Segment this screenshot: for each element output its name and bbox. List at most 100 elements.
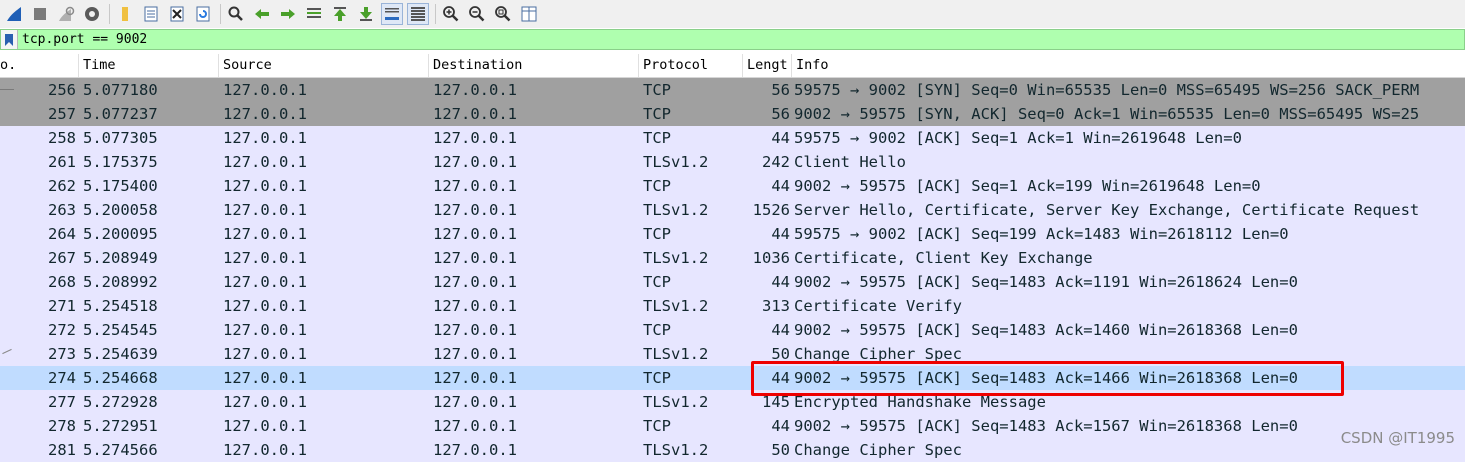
- table-row[interactable]: 271 5.254518 127.0.0.1 127.0.0.1 TLSv1.2…: [0, 294, 1465, 318]
- go-first-icon[interactable]: [329, 3, 351, 25]
- cell-destination: 127.0.0.1: [433, 345, 517, 363]
- table-row[interactable]: 263 5.200058 127.0.0.1 127.0.0.1 TLSv1.2…: [0, 198, 1465, 222]
- cell-info: 59575 → 9002 [ACK] Seq=1 Ack=1 Win=26196…: [794, 129, 1242, 147]
- cell-time: 5.077180: [83, 81, 158, 99]
- table-row[interactable]: 277 5.272928 127.0.0.1 127.0.0.1 TLSv1.2…: [0, 390, 1465, 414]
- cell-info: Server Hello, Certificate, Server Key Ex…: [794, 201, 1420, 219]
- cell-destination: 127.0.0.1: [433, 81, 517, 99]
- table-row[interactable]: 264 5.200095 127.0.0.1 127.0.0.1 TCP 44 …: [0, 222, 1465, 246]
- cell-no: 268: [48, 273, 76, 291]
- resize-columns-icon[interactable]: [518, 3, 540, 25]
- cell-destination: 127.0.0.1: [433, 417, 517, 435]
- table-row[interactable]: 278 5.272951 127.0.0.1 127.0.0.1 TCP 44 …: [0, 414, 1465, 438]
- table-row[interactable]: 272 5.254545 127.0.0.1 127.0.0.1 TCP 44 …: [0, 318, 1465, 342]
- options-gear-icon[interactable]: [81, 3, 103, 25]
- table-row[interactable]: 267 5.208949 127.0.0.1 127.0.0.1 TLSv1.2…: [0, 246, 1465, 270]
- cell-no: 277: [48, 393, 76, 411]
- table-row[interactable]: 258 5.077305 127.0.0.1 127.0.0.1 TCP 44 …: [0, 126, 1465, 150]
- cell-source: 127.0.0.1: [223, 297, 307, 315]
- cell-protocol: TLSv1.2: [643, 249, 709, 267]
- cell-info: 9002 → 59575 [ACK] Seq=1483 Ack=1460 Win…: [794, 321, 1298, 339]
- cell-length: 56: [771, 81, 790, 99]
- find-packet-icon[interactable]: [225, 3, 247, 25]
- cell-length: 44: [771, 177, 790, 195]
- table-row[interactable]: 262 5.175400 127.0.0.1 127.0.0.1 TCP 44 …: [0, 174, 1465, 198]
- cell-destination: 127.0.0.1: [433, 153, 517, 171]
- table-row[interactable]: 274 5.254668 127.0.0.1 127.0.0.1 TCP 44 …: [0, 366, 1465, 390]
- stop-square-icon[interactable]: [29, 3, 51, 25]
- cell-no: 267: [48, 249, 76, 267]
- restart-fin-icon[interactable]: [55, 3, 77, 25]
- save-file-icon[interactable]: [140, 3, 162, 25]
- autoscroll-icon[interactable]: [381, 3, 403, 25]
- table-row[interactable]: 268 5.208992 127.0.0.1 127.0.0.1 TCP 44 …: [0, 270, 1465, 294]
- display-filter-bar: [0, 29, 1465, 50]
- cell-time: 5.077237: [83, 105, 158, 123]
- cell-no: 256: [48, 81, 76, 99]
- zoom-out-icon[interactable]: [466, 3, 488, 25]
- cell-info: Change Cipher Spec: [794, 345, 962, 363]
- cell-time: 5.254639: [83, 345, 158, 363]
- zoom-in-icon[interactable]: [440, 3, 462, 25]
- toolbar-separator: [435, 4, 436, 24]
- cell-destination: 127.0.0.1: [433, 201, 517, 219]
- cell-protocol: TLSv1.2: [643, 297, 709, 315]
- cell-time: 5.200095: [83, 225, 158, 243]
- bookmark-icon[interactable]: [1, 30, 18, 49]
- cell-protocol: TLSv1.2: [643, 201, 709, 219]
- cell-source: 127.0.0.1: [223, 369, 307, 387]
- column-header-destination[interactable]: Destination: [429, 54, 639, 77]
- zoom-normal-icon[interactable]: [492, 3, 514, 25]
- cell-no: 281: [48, 441, 76, 459]
- open-folder-icon[interactable]: [114, 3, 136, 25]
- watermark-text: CSDN @IT1995: [1340, 429, 1455, 447]
- table-row[interactable]: 261 5.175375 127.0.0.1 127.0.0.1 TLSv1.2…: [0, 150, 1465, 174]
- cell-protocol: TCP: [643, 273, 671, 291]
- cell-source: 127.0.0.1: [223, 417, 307, 435]
- cell-info: 9002 → 59575 [ACK] Seq=1 Ack=199 Win=261…: [794, 177, 1261, 195]
- cell-source: 127.0.0.1: [223, 153, 307, 171]
- table-row[interactable]: 281 5.274566 127.0.0.1 127.0.0.1 TLSv1.2…: [0, 438, 1465, 462]
- column-header-source[interactable]: Source: [219, 54, 429, 77]
- cell-length: 50: [771, 441, 790, 459]
- table-row[interactable]: 257 5.077237 127.0.0.1 127.0.0.1 TCP 56 …: [0, 102, 1465, 126]
- go-to-packet-icon[interactable]: [303, 3, 325, 25]
- cell-destination: 127.0.0.1: [433, 369, 517, 387]
- cell-protocol: TCP: [643, 225, 671, 243]
- go-last-icon[interactable]: [355, 3, 377, 25]
- shark-fin-icon[interactable]: [3, 3, 25, 25]
- packet-list-header: o. Time Source Destination Protocol Leng…: [0, 54, 1465, 78]
- cell-length: 44: [771, 321, 790, 339]
- table-row[interactable]: 273 5.254639 127.0.0.1 127.0.0.1 TLSv1.2…: [0, 342, 1465, 366]
- display-filter-input[interactable]: [18, 30, 1464, 49]
- go-back-icon[interactable]: [251, 3, 273, 25]
- cell-length: 44: [771, 129, 790, 147]
- cell-source: 127.0.0.1: [223, 345, 307, 363]
- cell-info: Client Hello: [794, 153, 906, 171]
- cell-source: 127.0.0.1: [223, 201, 307, 219]
- cell-time: 5.254518: [83, 297, 158, 315]
- close-file-icon[interactable]: [166, 3, 188, 25]
- cell-time: 5.175400: [83, 177, 158, 195]
- cell-destination: 127.0.0.1: [433, 129, 517, 147]
- cell-source: 127.0.0.1: [223, 225, 307, 243]
- cell-info: 9002 → 59575 [SYN, ACK] Seq=0 Ack=1 Win=…: [794, 105, 1420, 123]
- cell-time: 5.208949: [83, 249, 158, 267]
- cell-no: 272: [48, 321, 76, 339]
- table-row[interactable]: 256 5.077180 127.0.0.1 127.0.0.1 TCP 56 …: [0, 78, 1465, 102]
- cell-destination: 127.0.0.1: [433, 249, 517, 267]
- cell-protocol: TLSv1.2: [643, 153, 709, 171]
- cell-no: 264: [48, 225, 76, 243]
- main-toolbar: [0, 0, 1465, 28]
- column-header-time[interactable]: Time: [79, 54, 219, 77]
- column-header-length[interactable]: Lengt: [743, 54, 792, 77]
- column-header-info[interactable]: Info: [792, 54, 1465, 77]
- cell-destination: 127.0.0.1: [433, 393, 517, 411]
- column-header-no[interactable]: o.: [0, 54, 79, 77]
- reload-icon[interactable]: [192, 3, 214, 25]
- cell-info: Encrypted Handshake Message: [794, 393, 1046, 411]
- colorize-icon[interactable]: [407, 3, 429, 25]
- cell-time: 5.272951: [83, 417, 158, 435]
- column-header-protocol[interactable]: Protocol: [639, 54, 743, 77]
- go-forward-icon[interactable]: [277, 3, 299, 25]
